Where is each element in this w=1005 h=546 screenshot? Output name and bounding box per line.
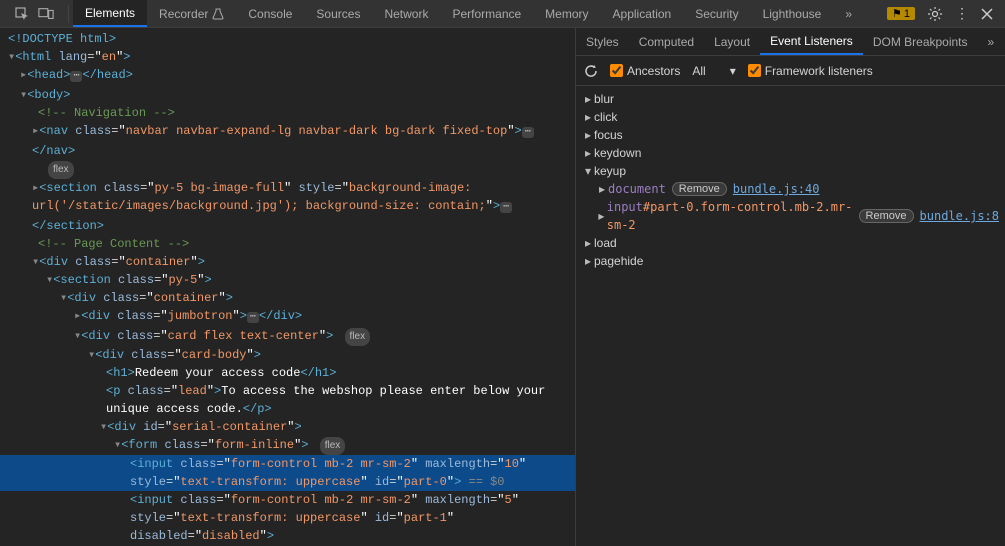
chevron-icon: ▸ bbox=[582, 108, 594, 126]
panel-tabs: Elements Recorder Console Sources Networ… bbox=[73, 0, 864, 27]
tab-application[interactable]: Application bbox=[601, 0, 684, 27]
inspect-icon[interactable] bbox=[14, 6, 30, 22]
tab-recorder[interactable]: Recorder bbox=[147, 0, 236, 27]
section-py5[interactable]: ▾<section class="py-5"> bbox=[0, 271, 575, 289]
tab-overflow[interactable]: » bbox=[833, 0, 864, 27]
input-node[interactable]: <input class="form-control mb-2 mr-sm-2"… bbox=[0, 455, 575, 491]
flex-badge: flex bbox=[345, 328, 371, 346]
chevron-icon: ▾ bbox=[582, 162, 594, 180]
event-row[interactable]: ▸load bbox=[576, 234, 1005, 252]
p-node[interactable]: <p class="lead">To access the webshop pl… bbox=[0, 382, 575, 418]
collapsed-icon: ⋯ bbox=[70, 71, 82, 82]
doctype: <!DOCTYPE html> bbox=[8, 32, 116, 46]
flex-badge: flex bbox=[48, 161, 74, 179]
main-toolbar: Elements Recorder Console Sources Networ… bbox=[0, 0, 1005, 28]
source-link[interactable]: bundle.js:8 bbox=[920, 207, 999, 225]
tab-console[interactable]: Console bbox=[236, 0, 304, 27]
tab-sources[interactable]: Sources bbox=[304, 0, 372, 27]
close-icon[interactable] bbox=[981, 8, 993, 20]
chevron-icon: ▸ bbox=[582, 126, 594, 144]
warning-count: 1 bbox=[904, 8, 910, 20]
body-node[interactable]: ▾<body> bbox=[0, 86, 575, 104]
listener-target[interactable]: document bbox=[608, 180, 666, 198]
source-link[interactable]: bundle.js:40 bbox=[733, 180, 820, 198]
flag-icon: ⚑ bbox=[892, 7, 902, 20]
tab-security[interactable]: Security bbox=[683, 0, 750, 27]
tab-label: Recorder bbox=[159, 7, 208, 21]
tab-network[interactable]: Network bbox=[372, 0, 440, 27]
subtab-dom-breakpoints[interactable]: DOM Breakpoints bbox=[863, 28, 978, 55]
chevron-icon: ▸ bbox=[582, 144, 594, 162]
chevron-icon: ▸ bbox=[582, 252, 594, 270]
div-container[interactable]: ▾<div class="container"> bbox=[0, 253, 575, 271]
warning-badge[interactable]: ⚑ 1 bbox=[887, 7, 915, 20]
subtab-styles[interactable]: Styles bbox=[576, 28, 629, 55]
filter-select[interactable]: All ▾ bbox=[692, 64, 735, 78]
subtab-overflow[interactable]: » bbox=[978, 28, 1005, 55]
divider bbox=[68, 5, 69, 23]
h1-node[interactable]: <h1>Redeem your access code</h1> bbox=[0, 364, 575, 382]
checkbox-label: Framework listeners bbox=[765, 64, 873, 78]
listener-target[interactable]: input#part-0.form-control.mb-2.mr-sm-2 bbox=[607, 198, 853, 234]
listener-row: ▸document Remove bundle.js:40 bbox=[576, 180, 1005, 198]
event-row[interactable]: ▸keydown bbox=[576, 144, 1005, 162]
form-node[interactable]: ▾<form class="form-inline"> flex bbox=[0, 436, 575, 455]
attr-val: en bbox=[102, 50, 116, 64]
event-toolbar: Ancestors All ▾ Framework listeners bbox=[576, 56, 1005, 86]
sidebar-panel: Styles Computed Layout Event Listeners D… bbox=[575, 28, 1005, 546]
chevron-icon[interactable]: ▸ bbox=[596, 207, 607, 225]
sidebar-tabs: Styles Computed Layout Event Listeners D… bbox=[576, 28, 1005, 56]
remove-button[interactable]: Remove bbox=[859, 209, 914, 223]
listener-row: ▸input#part-0.form-control.mb-2.mr-sm-2 R… bbox=[576, 198, 1005, 234]
subtab-event-listeners[interactable]: Event Listeners bbox=[760, 28, 863, 55]
chevron-icon: ▸ bbox=[582, 234, 594, 252]
event-row[interactable]: ▸pagehide bbox=[576, 252, 1005, 270]
subtab-layout[interactable]: Layout bbox=[704, 28, 760, 55]
chevron-down-icon: ▾ bbox=[730, 64, 736, 78]
event-row[interactable]: ▾keyup bbox=[576, 162, 1005, 180]
subtab-computed[interactable]: Computed bbox=[629, 28, 704, 55]
nav-node[interactable]: ▸<nav class="navbar navbar-expand-lg nav… bbox=[0, 122, 575, 160]
comment-node[interactable]: <!-- Page Content --> bbox=[0, 235, 575, 253]
tab-memory[interactable]: Memory bbox=[533, 0, 600, 27]
event-list: ▸blur▸click▸focus▸keydown▾keyup▸document… bbox=[576, 86, 1005, 274]
checkbox-label: Ancestors bbox=[627, 64, 680, 78]
ancestors-checkbox[interactable]: Ancestors bbox=[610, 64, 680, 78]
div-jumbotron[interactable]: ▸<div class="jumbotron">⋯</div> bbox=[0, 307, 575, 327]
div-serial[interactable]: ▾<div id="serial-container"> bbox=[0, 418, 575, 436]
kebab-icon[interactable]: ⋮ bbox=[955, 5, 969, 22]
gear-icon[interactable] bbox=[927, 6, 943, 22]
input-node[interactable]: <input class="form-control mb-2 mr-sm-2"… bbox=[0, 491, 575, 545]
chevron-icon: ▸ bbox=[582, 90, 594, 108]
remove-button[interactable]: Remove bbox=[672, 182, 727, 196]
section-node[interactable]: ▸<section class="py-5 bg-image-full" sty… bbox=[0, 179, 575, 235]
select-value: All bbox=[692, 64, 705, 78]
main-area: <!DOCTYPE html> ▾<html lang="en"> ▸<head… bbox=[0, 28, 1005, 546]
event-row[interactable]: ▸focus bbox=[576, 126, 1005, 144]
tab-performance[interactable]: Performance bbox=[440, 0, 533, 27]
html-node[interactable]: ▾<html lang="en"> bbox=[0, 48, 575, 66]
div-card-body[interactable]: ▾<div class="card-body"> bbox=[0, 346, 575, 364]
head-node[interactable]: ▸<head>⋯</head> bbox=[0, 66, 575, 86]
div-card[interactable]: ▾<div class="card flex text-center"> fle… bbox=[0, 327, 575, 346]
comment-node[interactable]: <!-- Navigation --> bbox=[0, 104, 575, 122]
device-toggle-icon[interactable] bbox=[38, 6, 54, 22]
flask-icon bbox=[212, 8, 224, 20]
event-row[interactable]: ▸blur bbox=[576, 90, 1005, 108]
chevron-icon[interactable]: ▸ bbox=[596, 180, 608, 198]
tab-elements[interactable]: Elements bbox=[73, 0, 147, 27]
tab-lighthouse[interactable]: Lighthouse bbox=[751, 0, 834, 27]
refresh-icon[interactable] bbox=[584, 64, 598, 78]
flex-badge: flex bbox=[320, 437, 346, 455]
dom-tree[interactable]: <!DOCTYPE html> ▾<html lang="en"> ▸<head… bbox=[0, 28, 575, 546]
event-row[interactable]: ▸click bbox=[576, 108, 1005, 126]
framework-checkbox[interactable]: Framework listeners bbox=[748, 64, 873, 78]
div-inner-container[interactable]: ▾<div class="container"> bbox=[0, 289, 575, 307]
